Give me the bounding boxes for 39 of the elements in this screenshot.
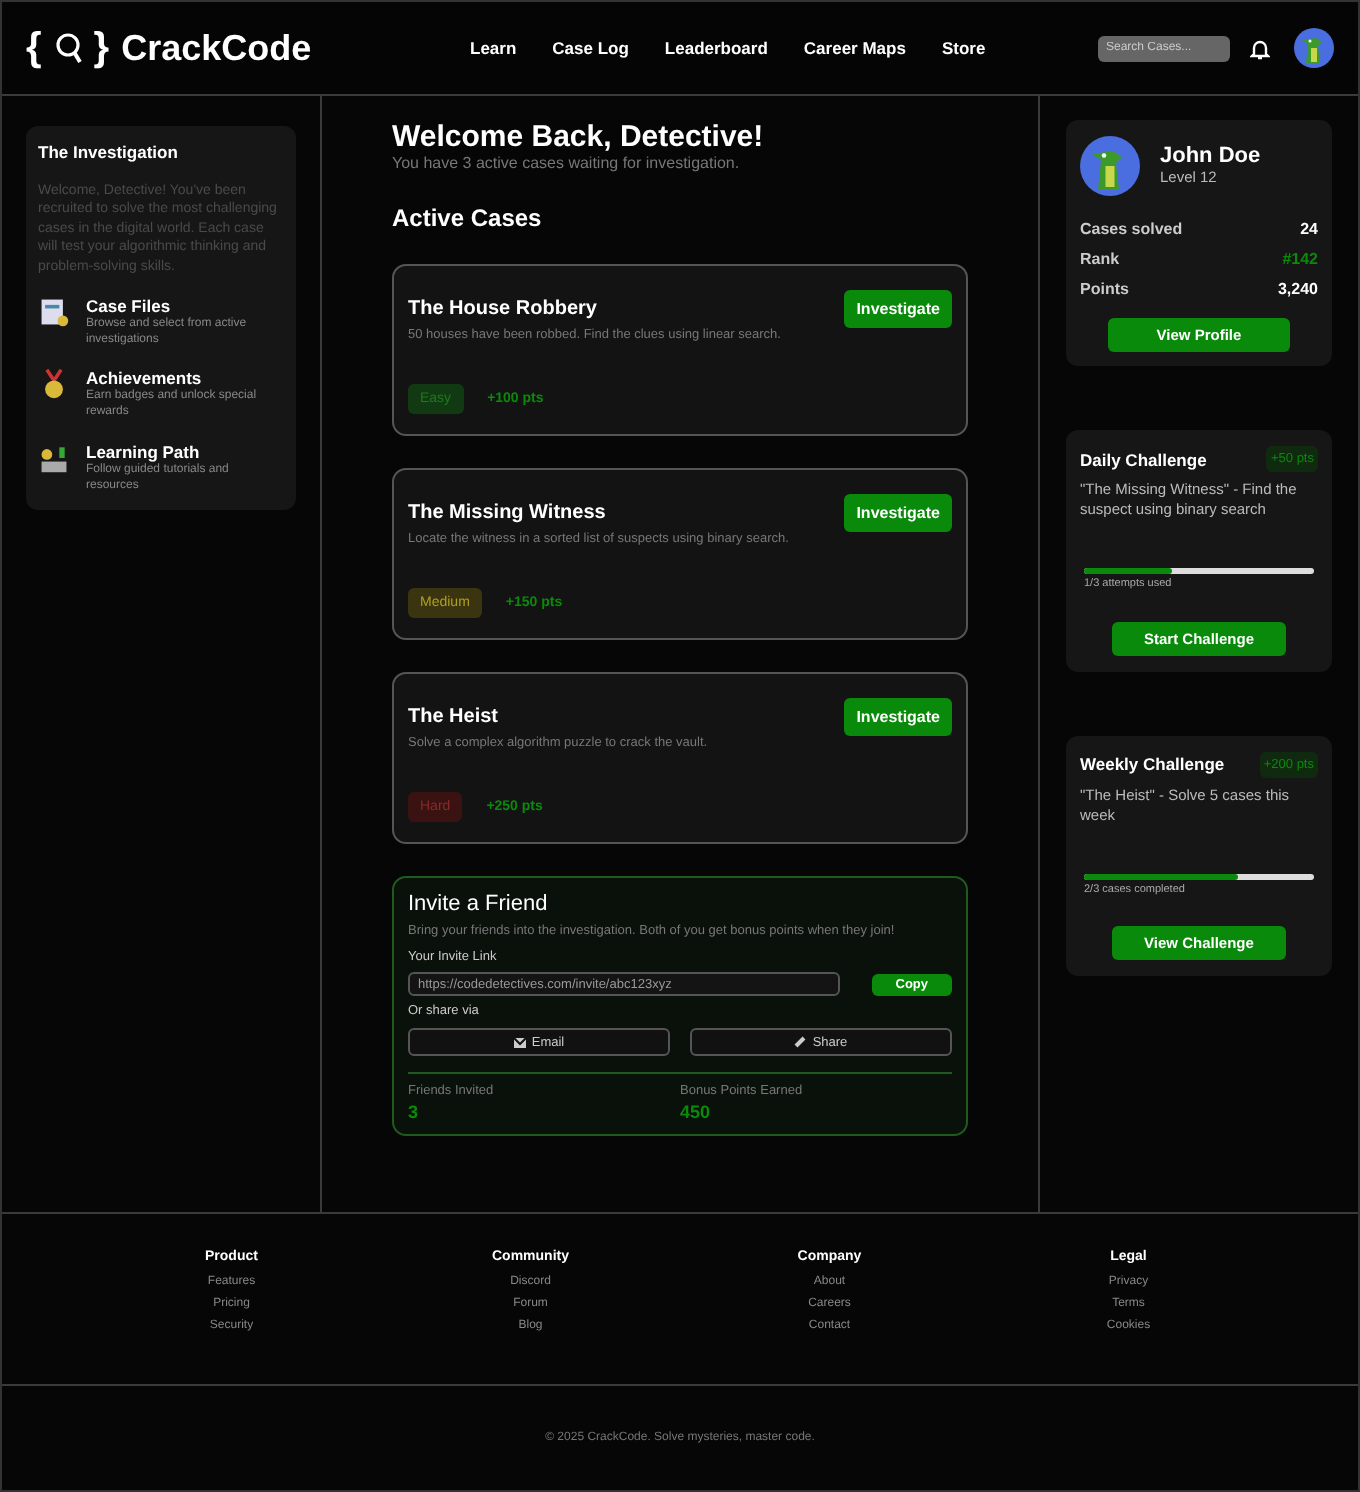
avatar — [1080, 136, 1140, 196]
logo-brace: { — [26, 25, 42, 71]
investigate-button[interactable]: Investigate — [844, 697, 952, 736]
stat-value: 450 — [680, 1101, 713, 1122]
mail-icon — [513, 1037, 526, 1048]
nav-link[interactable]: Case Log — [552, 38, 629, 58]
document-icon — [38, 296, 70, 329]
investigate-button[interactable]: Investigate — [844, 289, 952, 328]
nav-link[interactable]: Career Maps — [803, 38, 906, 58]
stat-label: Rank — [1080, 250, 1120, 268]
page-title: Welcome Back, Detective! — [392, 120, 766, 154]
stat-value: 24 — [1300, 220, 1318, 238]
user-name: John Doe — [1160, 143, 1261, 168]
logo-brace: } — [93, 25, 110, 71]
case-title: The House Robbery — [408, 297, 597, 320]
bell-icon[interactable] — [1250, 37, 1270, 59]
feature-title: Achievements — [86, 368, 204, 389]
invite-title: Invite a Friend — [408, 891, 550, 916]
feature-title: Case Files — [86, 296, 173, 317]
nav-link[interactable]: Leaderboard — [664, 38, 768, 58]
stat-value: 3 — [408, 1101, 421, 1122]
avatar — [1294, 28, 1334, 68]
challenge-title: Daily Challenge — [1080, 449, 1207, 469]
panel-title: The Investigation — [38, 142, 180, 162]
case-title: The Missing Witness — [408, 501, 606, 524]
stat-label: Cases solved — [1080, 220, 1183, 238]
nav-link[interactable]: Store — [941, 38, 986, 58]
page-subtitle: You have 3 active cases waiting for investigation. — [392, 154, 742, 176]
stat-value: #142 — [1282, 250, 1318, 268]
section-title: Active Cases — [392, 203, 544, 232]
challenge-title: Weekly Challenge — [1080, 754, 1225, 775]
stat-value: 3,240 — [1277, 280, 1318, 298]
magnifier-icon — [53, 32, 82, 64]
brand-name: CrackCode — [121, 27, 312, 69]
nav-link[interactable]: Learn — [470, 38, 517, 58]
investigate-button[interactable]: Investigate — [844, 493, 952, 532]
stat-label: Points — [1080, 280, 1129, 298]
case-title: The Heist — [408, 705, 499, 728]
feature-title: Learning Path — [86, 441, 202, 462]
